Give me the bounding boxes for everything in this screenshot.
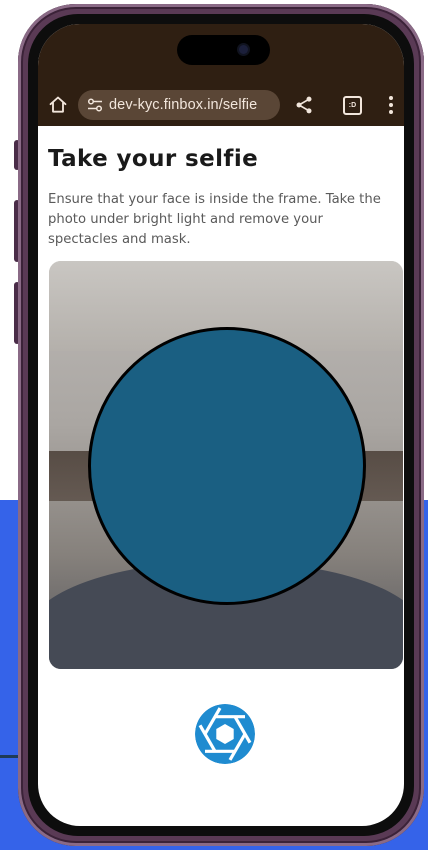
page-title: Take your selfie	[48, 146, 259, 172]
camera-preview	[49, 261, 403, 669]
dynamic-island	[177, 35, 270, 65]
url-text: dev-kyc.finbox.in/selfie	[109, 97, 258, 113]
page-description: Ensure that your face is inside the fram…	[48, 192, 381, 247]
browser-toolbar: dev-kyc.finbox.in/selfie :D	[38, 84, 404, 126]
face-frame-overlay	[88, 327, 366, 605]
tune-icon[interactable]	[87, 98, 103, 112]
home-icon[interactable]	[48, 95, 68, 115]
more-vert-icon[interactable]	[389, 96, 393, 114]
address-bar[interactable]: dev-kyc.finbox.in/selfie	[78, 90, 280, 120]
front-camera-icon	[239, 45, 248, 54]
camera-shutter-icon[interactable]	[193, 702, 257, 766]
share-icon[interactable]	[294, 95, 314, 115]
tabs-icon[interactable]: :D	[343, 96, 362, 115]
phone-screen: dev-kyc.finbox.in/selfie :D Take your se…	[38, 24, 404, 826]
status-bar	[38, 24, 404, 84]
